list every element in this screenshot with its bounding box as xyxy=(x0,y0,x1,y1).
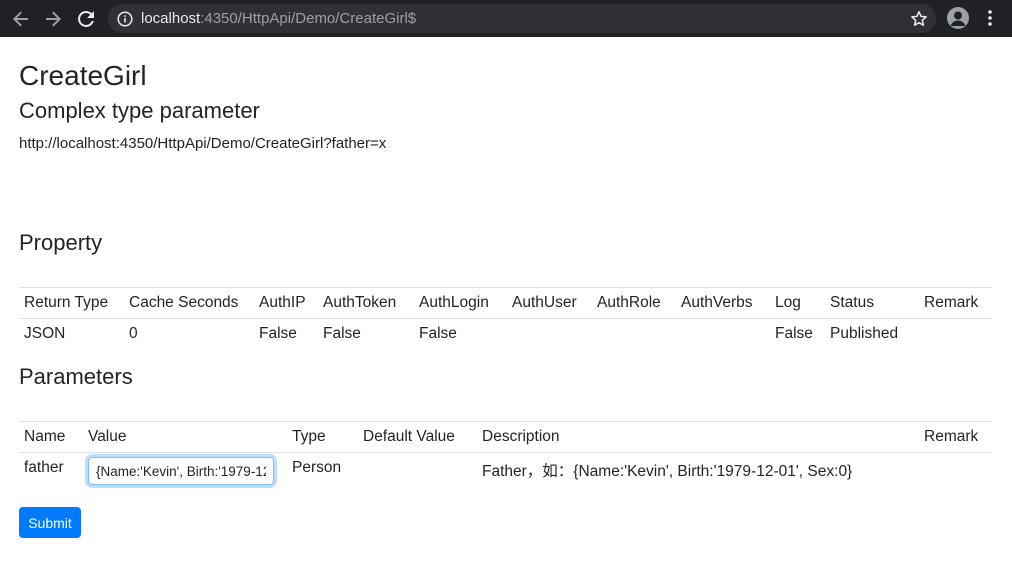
col-type: Type xyxy=(292,428,326,445)
param-type-cell: Person xyxy=(292,459,342,476)
url-path: :4350/HttpApi/Demo/CreateGirl$ xyxy=(200,10,417,27)
col-description: Description xyxy=(482,428,560,445)
col-value: Value xyxy=(88,428,127,445)
return-type-cell: JSON xyxy=(24,325,66,342)
parameter-row: father Person Father，如：{Name:'Kevin', Bi… xyxy=(19,453,992,495)
col-auth-ip: AuthIP xyxy=(259,294,306,311)
col-auth-role: AuthRole xyxy=(597,294,661,311)
col-auth-verbs: AuthVerbs xyxy=(681,294,753,311)
property-header-row: Return Type Cache Seconds AuthIP AuthTok… xyxy=(19,287,992,319)
col-auth-token: AuthToken xyxy=(323,294,397,311)
back-button[interactable] xyxy=(9,7,33,31)
father-value-input[interactable] xyxy=(88,457,274,485)
auth-role-cell xyxy=(592,319,676,356)
col-auth-user: AuthUser xyxy=(512,294,577,311)
profile-avatar-icon[interactable] xyxy=(947,7,969,29)
parameters-header-row: Name Value Type Default Value Descriptio… xyxy=(19,421,992,453)
forward-button[interactable] xyxy=(41,7,65,31)
param-value-cell xyxy=(83,453,287,495)
url-text[interactable]: localhost:4350/HttpApi/Demo/CreateGirl$ xyxy=(141,10,416,27)
param-description-cell: Father，如：{Name:'Kevin', Birth:'1979-12-0… xyxy=(482,463,853,480)
property-heading: Property xyxy=(19,230,103,255)
col-auth-login: AuthLogin xyxy=(419,294,489,311)
auth-token-cell: False xyxy=(323,325,361,342)
arrow-right-icon xyxy=(46,11,61,27)
param-remark-cell xyxy=(919,453,992,495)
col-name: Name xyxy=(24,428,66,445)
cache-seconds-cell: 0 xyxy=(129,325,138,342)
api-url: http://localhost:4350/HttpApi/Demo/Creat… xyxy=(19,135,387,152)
address-bar[interactable]: localhost:4350/HttpApi/Demo/CreateGirl$ xyxy=(108,4,936,33)
info-icon[interactable] xyxy=(117,10,133,27)
bookmark-star-icon[interactable] xyxy=(910,10,928,28)
property-row: JSON 0 False False False False Published xyxy=(19,319,992,356)
status-cell: Published xyxy=(830,325,899,342)
param-name-cell: father xyxy=(24,459,64,476)
browser-toolbar: localhost:4350/HttpApi/Demo/CreateGirl$ xyxy=(0,0,1012,37)
auth-ip-cell: False xyxy=(259,325,297,342)
col-cache-seconds: Cache Seconds xyxy=(129,294,239,311)
page-content: CreateGirl Complex type parameter http:/… xyxy=(19,37,992,538)
parameters-table: Name Value Type Default Value Descriptio… xyxy=(19,421,992,495)
reload-button[interactable] xyxy=(74,7,98,31)
page-subtitle: Complex type parameter xyxy=(19,98,260,123)
reload-icon xyxy=(78,10,94,27)
col-log: Log xyxy=(775,294,801,311)
col-param-remark: Remark xyxy=(924,428,979,445)
param-default-cell xyxy=(358,453,477,495)
url-host: localhost xyxy=(141,10,201,27)
remark-cell xyxy=(919,319,992,356)
log-cell: False xyxy=(775,325,813,342)
page-title: CreateGirl xyxy=(19,60,147,91)
auth-user-cell xyxy=(507,319,592,356)
auth-verbs-cell xyxy=(676,319,770,356)
parameters-heading: Parameters xyxy=(19,364,133,389)
col-status: Status xyxy=(830,294,874,311)
property-table: Return Type Cache Seconds AuthIP AuthTok… xyxy=(19,287,992,355)
arrow-left-icon xyxy=(13,11,28,27)
col-return-type: Return Type xyxy=(24,294,109,311)
col-remark: Remark xyxy=(924,294,979,311)
col-default-value: Default Value xyxy=(363,428,455,445)
auth-login-cell: False xyxy=(419,325,457,342)
menu-kebab-icon[interactable] xyxy=(982,8,998,28)
submit-button[interactable]: Submit xyxy=(19,507,81,538)
